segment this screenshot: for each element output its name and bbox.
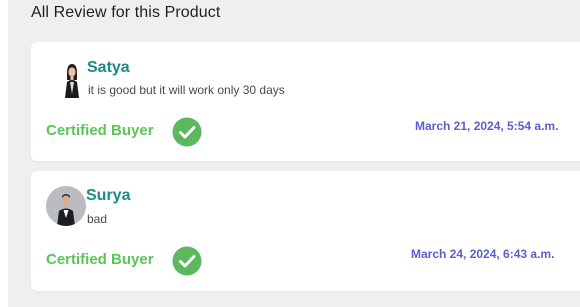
avatar: [46, 186, 86, 226]
review-date: March 21, 2024, 5:54 a.m.: [415, 119, 559, 133]
reviews-panel: All Review for this Product Satya it is …: [8, 0, 580, 307]
review-text: bad: [87, 212, 108, 226]
review-date: March 24, 2024, 6:43 a.m.: [411, 247, 555, 261]
review-card: Surya bad Certified Buyer March 24, 2024…: [31, 171, 580, 291]
section-title: All Review for this Product: [31, 4, 221, 21]
reviewer-name: Satya: [87, 59, 130, 76]
certified-buyer-badge: Certified Buyer: [46, 251, 154, 268]
reviewer-name: Surya: [86, 187, 131, 204]
avatar: [52, 58, 92, 98]
review-card: Satya it is good but it will work only 3…: [31, 42, 580, 161]
check-circle-icon: [172, 117, 202, 147]
check-circle-icon: [172, 246, 202, 276]
review-text: it is good but it will work only 30 days: [88, 83, 285, 97]
certified-buyer-badge: Certified Buyer: [46, 122, 154, 139]
